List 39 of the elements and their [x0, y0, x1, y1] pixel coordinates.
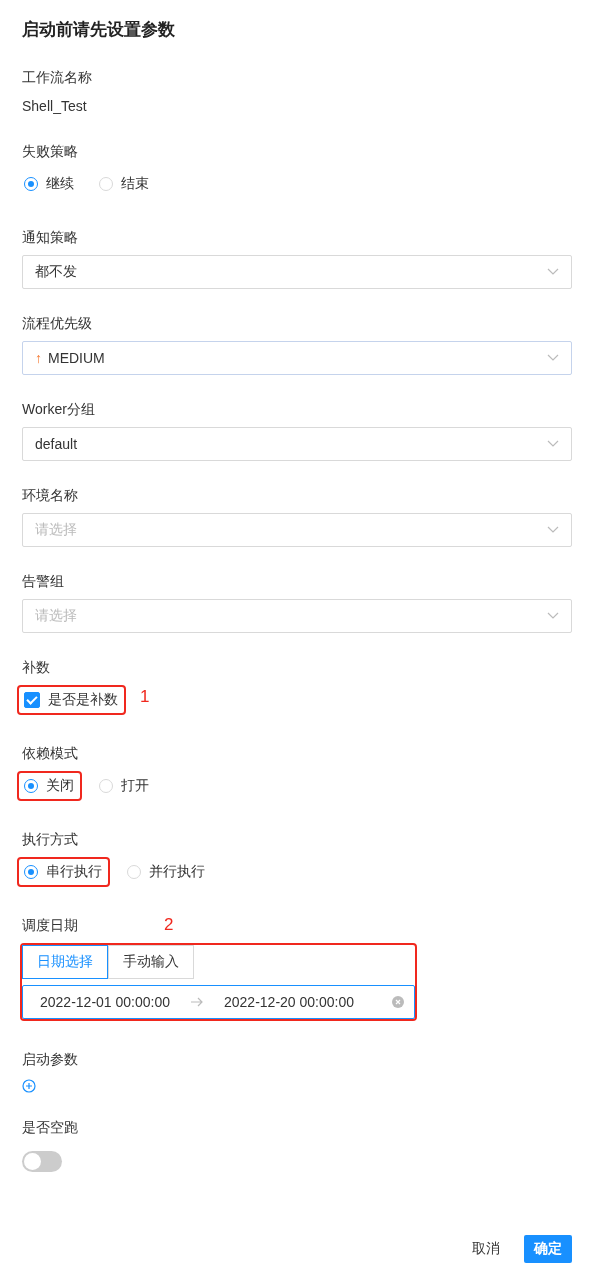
field-label: 是否空跑 — [22, 1119, 78, 1137]
annotation-number: 2 — [164, 915, 174, 935]
option-label[interactable]: 继续 — [46, 175, 74, 193]
field-label: 工作流名称 — [22, 69, 92, 87]
field-label: 告警组 — [22, 573, 64, 591]
select-field[interactable]: default — [22, 427, 572, 461]
field-label: 补数 — [22, 659, 50, 677]
option-label[interactable]: 并行执行 — [149, 863, 205, 881]
arrow-right-icon — [190, 997, 204, 1007]
field-label: 执行方式 — [22, 831, 78, 849]
select-field[interactable]: ↑ MEDIUM — [22, 341, 572, 375]
field-label: 流程优先级 — [22, 315, 92, 333]
dialog-title: 启动前请先设置参数 — [22, 19, 176, 41]
chevron-down-icon — [547, 268, 559, 276]
field-label: 环境名称 — [22, 487, 78, 505]
field-label: 通知策略 — [22, 229, 78, 247]
field-value: Shell_Test — [22, 97, 88, 116]
chevron-down-icon — [547, 612, 559, 620]
checkbox[interactable] — [24, 692, 40, 708]
chevron-down-icon — [547, 526, 559, 534]
option-label[interactable]: 串行执行 — [46, 863, 102, 881]
field-label: 启动参数 — [22, 1051, 78, 1069]
date-range-field[interactable]: 2022-12-01 00:00:00 2022-12-20 00:00:00 — [22, 985, 415, 1019]
chevron-down-icon — [547, 440, 559, 448]
option-label[interactable]: 关闭 — [46, 777, 74, 795]
option-label[interactable]: 是否是补数 — [48, 691, 118, 709]
field-label: 调度日期 — [22, 917, 78, 935]
chevron-down-icon — [547, 354, 559, 362]
field-label: 依赖模式 — [22, 745, 78, 763]
tab[interactable]: 手动输入 — [108, 945, 194, 979]
field-label: Worker分组 — [22, 401, 95, 419]
option-label[interactable]: 打开 — [121, 777, 149, 795]
toggle-switch[interactable] — [22, 1151, 62, 1172]
add-icon[interactable] — [22, 1079, 36, 1093]
annotation-number: 1 — [140, 687, 150, 707]
field-label: 失败策略 — [22, 143, 78, 161]
clear-icon[interactable] — [392, 996, 404, 1008]
option-label[interactable]: 结束 — [121, 175, 149, 193]
select-field[interactable]: 都不发 — [22, 255, 572, 289]
